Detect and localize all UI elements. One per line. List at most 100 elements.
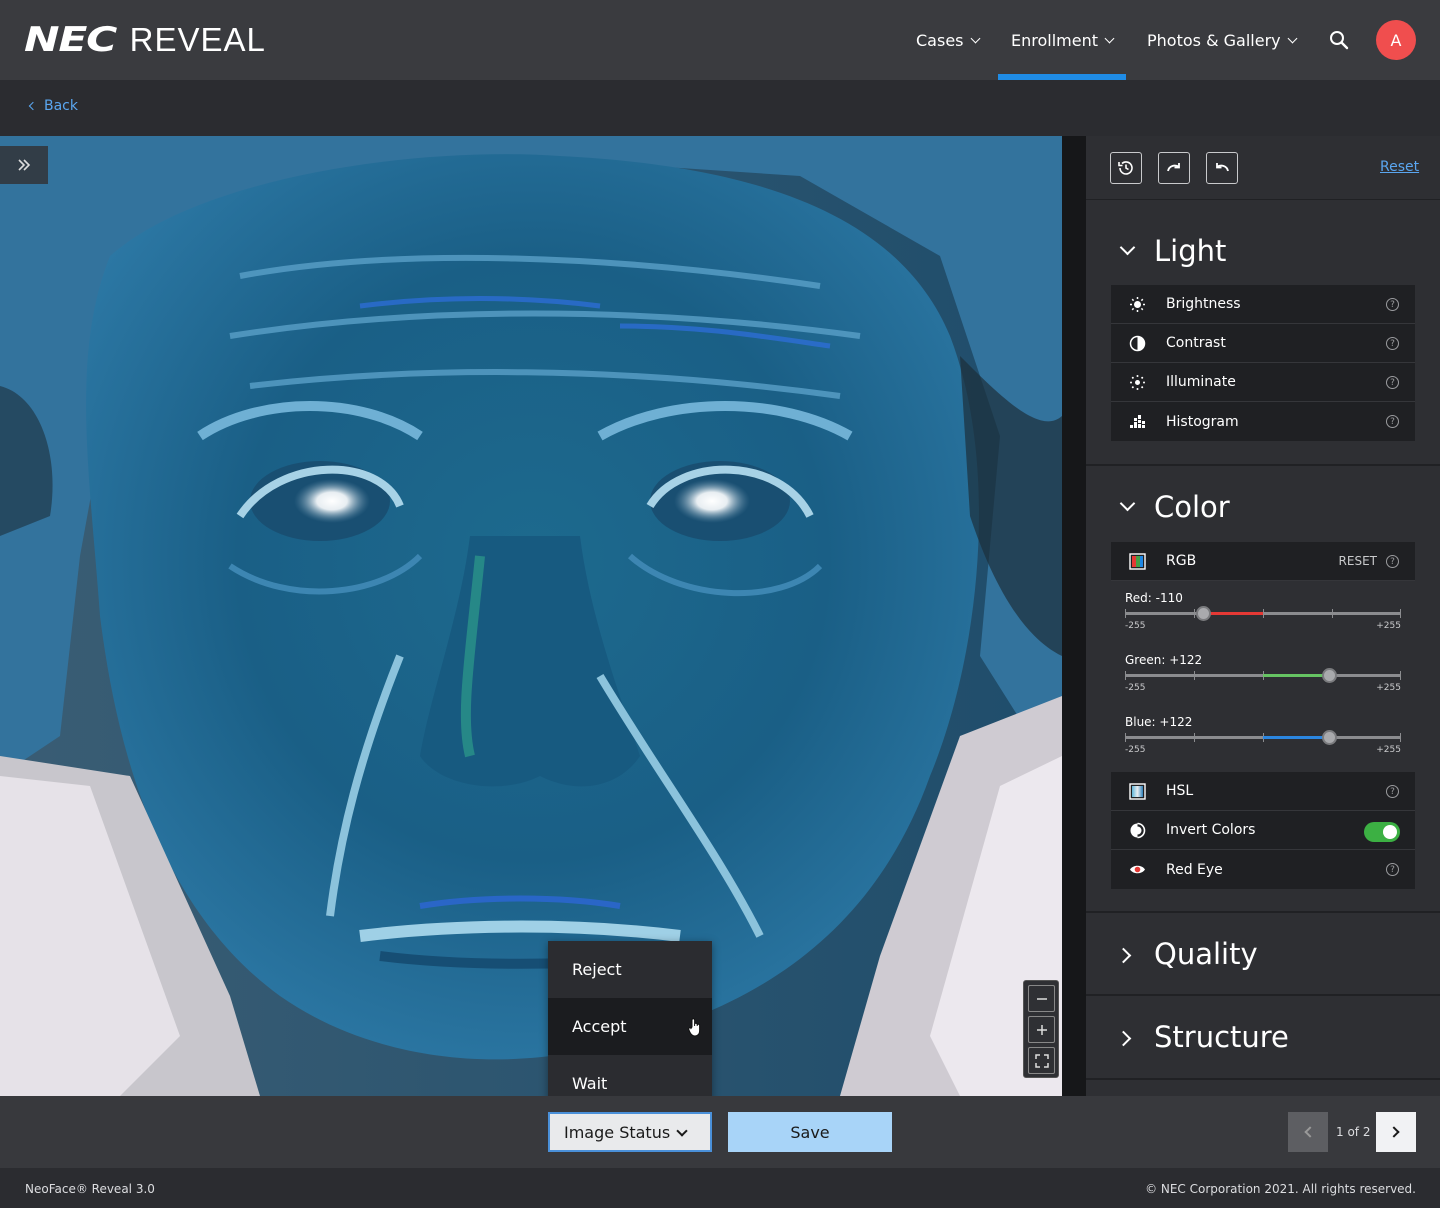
slider-min-label: -255 [1125, 621, 1146, 631]
image-canvas[interactable] [0, 136, 1062, 1096]
sun-icon [1129, 296, 1146, 313]
redo-button[interactable] [1158, 152, 1190, 184]
expand-panel-button[interactable] [0, 146, 48, 184]
help-icon[interactable]: ? [1386, 785, 1399, 798]
zoom-out-button[interactable] [1028, 985, 1055, 1012]
rgb-reset-button[interactable]: RESET [1339, 554, 1377, 568]
tool-label: Red Eye [1166, 861, 1223, 878]
red-slider-knob[interactable] [1195, 606, 1211, 621]
status-option-reject[interactable]: Reject [548, 941, 712, 998]
tool-label: Brightness [1166, 296, 1241, 312]
nav-cases-label: Cases [916, 30, 964, 50]
nav-photos-gallery-label: Photos & Gallery [1147, 30, 1281, 50]
tool-rgb[interactable]: RGB RESET ? [1111, 542, 1415, 581]
section-title-light[interactable]: Light [1154, 234, 1226, 268]
histogram-icon [1129, 413, 1146, 430]
app-logo[interactable]: NEC REVEAL [24, 20, 266, 60]
section-title-color[interactable]: Color [1154, 490, 1230, 524]
help-icon[interactable]: ? [1386, 376, 1399, 389]
help-icon[interactable]: ? [1386, 415, 1399, 428]
help-icon[interactable]: ? [1386, 298, 1399, 311]
tool-histogram[interactable]: Histogram ? [1111, 402, 1415, 441]
back-label: Back [44, 98, 78, 114]
slider-max-label: +255 [1376, 683, 1401, 693]
contrast-icon [1129, 335, 1146, 352]
tool-red-eye[interactable]: Red Eye ? [1111, 850, 1415, 889]
pagination-text: 1 of 2 [1336, 1125, 1371, 1139]
user-avatar[interactable]: A [1376, 20, 1416, 60]
tool-illuminate[interactable]: Illuminate ? [1111, 363, 1415, 402]
tool-invert-colors[interactable]: Invert Colors [1111, 811, 1415, 850]
slider-tick [1194, 733, 1195, 742]
illuminate-icon [1129, 374, 1146, 391]
image-status-dropdown[interactable]: Image Status [548, 1112, 712, 1152]
tool-brightness[interactable]: Brightness ? [1111, 285, 1415, 324]
tool-hsl[interactable]: HSL ? [1111, 772, 1415, 811]
slider-min-label: -255 [1125, 745, 1146, 755]
nav-enrollment[interactable]: Enrollment [1011, 0, 1115, 80]
slider-tick [1400, 609, 1401, 618]
green-slider-knob[interactable] [1321, 668, 1337, 683]
tool-label: RGB [1166, 553, 1197, 569]
help-icon[interactable]: ? [1386, 337, 1399, 350]
footer-copyright: © NEC Corporation 2021. All rights reser… [1145, 1182, 1416, 1196]
tool-label: Illuminate [1166, 374, 1236, 390]
chevron-left-icon [28, 101, 38, 111]
section-divider [1086, 911, 1440, 913]
rgb-icon [1129, 553, 1146, 570]
slider-tick [1400, 733, 1401, 742]
search-icon[interactable] [1329, 30, 1349, 50]
slider-max-label: +255 [1376, 621, 1401, 631]
slider-tick [1125, 671, 1126, 680]
section-title-structure[interactable]: Structure [1154, 1020, 1289, 1054]
minus-icon [1036, 997, 1047, 1000]
fit-screen-button[interactable] [1028, 1047, 1055, 1074]
zoom-in-button[interactable] [1028, 1016, 1055, 1043]
previous-page-button[interactable] [1288, 1112, 1328, 1152]
zoom-controls [1023, 980, 1059, 1078]
chevron-down-icon [970, 33, 980, 43]
section-title-quality[interactable]: Quality [1154, 937, 1258, 971]
history-icon [1118, 161, 1133, 175]
help-icon[interactable]: ? [1386, 863, 1399, 876]
image-panel-divider [1062, 136, 1086, 1096]
slider-min-label: -255 [1125, 683, 1146, 693]
back-link[interactable]: Back [28, 98, 78, 114]
red-slider-label: Red: -110 [1125, 591, 1183, 605]
red-slider-fill [1203, 612, 1263, 615]
save-button[interactable]: Save [728, 1112, 892, 1152]
slider-tick [1194, 671, 1195, 680]
help-icon[interactable]: ? [1386, 555, 1399, 568]
undo-button[interactable] [1206, 152, 1238, 184]
tool-label: Histogram [1166, 413, 1239, 430]
chevron-down-icon [1287, 33, 1298, 43]
hsl-icon [1129, 783, 1146, 800]
plus-icon [1036, 1024, 1047, 1035]
blue-slider-knob[interactable] [1321, 730, 1337, 745]
nav-cases[interactable]: Cases [916, 0, 980, 80]
section-divider [1086, 464, 1440, 466]
blue-slider-fill [1263, 736, 1330, 739]
tool-label: Contrast [1166, 335, 1226, 351]
reset-all-link[interactable]: Reset [1380, 159, 1419, 175]
next-page-button[interactable] [1376, 1112, 1416, 1152]
light-tools-list: Brightness ? Contrast ? Illuminate ? His… [1111, 285, 1415, 441]
slider-tick [1332, 609, 1333, 618]
invert-colors-toggle[interactable] [1364, 822, 1400, 842]
logo-brand: NEC [24, 20, 117, 60]
chevron-left-icon [1304, 1126, 1316, 1138]
slider-tick [1400, 671, 1401, 680]
slider-tick [1194, 609, 1195, 618]
rgb-sliders: Red: -110 -255 +255 Green: +122 -255 +25… [1111, 581, 1415, 772]
tool-label: Invert Colors [1166, 822, 1256, 838]
nav-photos-gallery[interactable]: Photos & Gallery [1147, 0, 1298, 80]
redo-icon [1167, 163, 1180, 172]
history-button[interactable] [1110, 152, 1142, 184]
tool-contrast[interactable]: Contrast ? [1111, 324, 1415, 363]
blue-slider-label: Blue: +122 [1125, 715, 1193, 729]
sub-bar [0, 80, 1440, 136]
fullscreen-icon [1034, 1053, 1049, 1068]
chevron-down-icon [676, 1125, 688, 1137]
section-divider [1086, 994, 1440, 996]
undo-icon [1216, 163, 1229, 172]
